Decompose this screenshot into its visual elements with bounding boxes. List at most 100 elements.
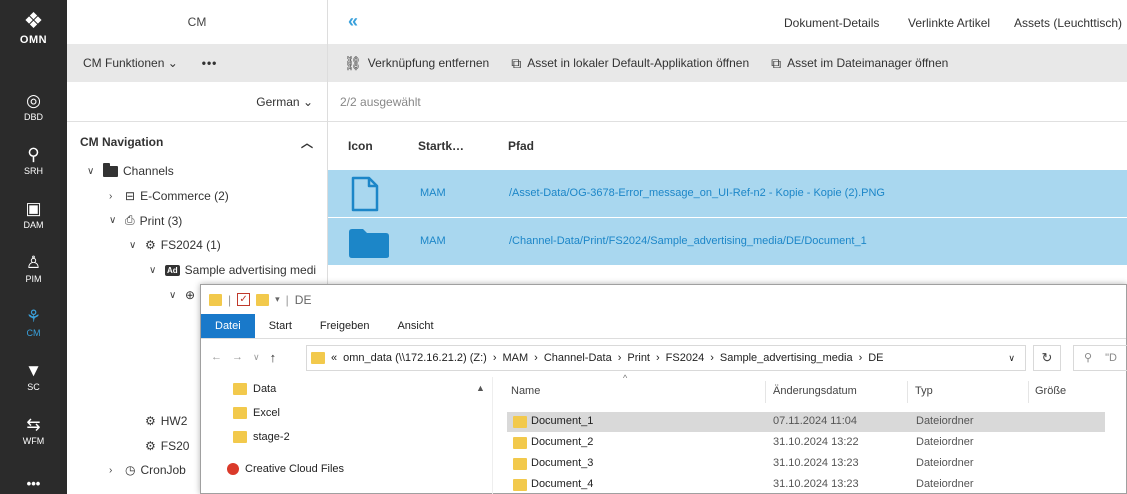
folder-icon bbox=[233, 407, 247, 419]
scroll-up-icon[interactable]: ▲ bbox=[476, 383, 485, 393]
chevron-down-icon[interactable]: ∨ bbox=[109, 215, 120, 226]
tree-item-hw[interactable]: ⚙ HW2 bbox=[145, 414, 187, 428]
file-name: Document_1 bbox=[531, 415, 594, 427]
column-divider[interactable] bbox=[765, 381, 766, 403]
collapse-panel-icon[interactable]: « bbox=[348, 12, 358, 30]
tab-dokument-details[interactable]: Dokument-Details bbox=[784, 16, 879, 30]
quick-access-dropdown-icon[interactable]: ▾ bbox=[275, 294, 280, 305]
tree-item-fs2024[interactable]: ∨ ⚙ FS2024 (1) bbox=[129, 238, 221, 252]
refresh-icon[interactable]: ↻ bbox=[1033, 345, 1061, 371]
search-input[interactable]: ⚲ "D bbox=[1073, 345, 1127, 371]
language-select[interactable]: German ⌄ bbox=[67, 82, 327, 122]
file-row[interactable]: Document_1 07.11.2024 11:04 Dateiordner bbox=[507, 412, 1105, 432]
column-header-icon[interactable]: Icon bbox=[348, 139, 373, 153]
column-header-size[interactable]: Größe bbox=[1035, 385, 1066, 397]
rail-item-pim[interactable]: ♙ PIM bbox=[0, 253, 67, 285]
address-part[interactable]: MAM bbox=[502, 352, 528, 364]
rail-item-wfm[interactable]: ⇆ WFM bbox=[0, 416, 67, 447]
address-dropdown-icon[interactable]: ∨ bbox=[1008, 353, 1015, 364]
nav-item-excel[interactable]: Excel bbox=[233, 407, 280, 419]
product-icon: ♙ bbox=[25, 253, 42, 272]
unlink-button[interactable]: ⛓ Verknüpfung entfernen bbox=[344, 55, 489, 72]
chevron-down-icon: ⌄ bbox=[167, 56, 178, 70]
printer-icon: ⎙ bbox=[125, 213, 135, 227]
file-row[interactable]: Document_3 31.10.2024 13:23 Dateiordner bbox=[507, 454, 1105, 474]
rail-item-srh[interactable]: ⚲ SRH bbox=[0, 146, 67, 177]
chevron-right-icon[interactable]: › bbox=[109, 191, 120, 202]
properties-icon[interactable]: ✓ bbox=[237, 293, 251, 306]
address-part[interactable]: DE bbox=[868, 352, 883, 364]
address-part[interactable]: omn_data (\\172.16.21.2) (Z:) bbox=[343, 352, 487, 364]
cm-functions-dropdown[interactable]: CM Funktionen ⌄ bbox=[83, 56, 178, 70]
ribbon-tab-ansicht[interactable]: Ansicht bbox=[383, 314, 447, 338]
column-header-date[interactable]: Änderungsdatum bbox=[773, 385, 857, 397]
back-arrow-icon[interactable]: ← bbox=[211, 351, 222, 363]
tree-item-channels[interactable]: ∨ Channels bbox=[87, 162, 174, 178]
gears-icon: ⚙ bbox=[145, 414, 156, 428]
ribbon-tab-start[interactable]: Start bbox=[255, 314, 306, 338]
forward-arrow-icon[interactable]: → bbox=[232, 351, 243, 363]
address-part[interactable]: Print bbox=[627, 352, 650, 364]
tree-item-fs20[interactable]: ⚙ FS20 bbox=[145, 439, 189, 453]
column-header-type[interactable]: Typ bbox=[915, 385, 933, 397]
collapse-up-icon[interactable]: ︿ bbox=[301, 134, 313, 151]
rail-item-dam[interactable]: ▣ DAM bbox=[0, 200, 67, 231]
rail-item-dbd[interactable]: ◎ DBD bbox=[0, 92, 67, 123]
nav-item-stage[interactable]: stage-2 bbox=[233, 431, 290, 443]
column-header-name[interactable]: Name bbox=[511, 385, 540, 397]
open-default-app-button[interactable]: ⧉ Asset in lokaler Default-Applikation ö… bbox=[511, 55, 749, 72]
tree-item-cronjobs[interactable]: › ◷ CronJob bbox=[109, 463, 186, 477]
tab-verlinkte-artikel[interactable]: Verlinkte Artikel bbox=[908, 16, 990, 30]
chevron-down-icon[interactable]: ∨ bbox=[169, 290, 180, 301]
chevron-right-icon[interactable]: › bbox=[859, 352, 863, 364]
separator: | bbox=[228, 292, 232, 307]
table-row[interactable]: MAM /Channel-Data/Print/FS2024/Sample_ad… bbox=[328, 218, 1127, 266]
tree-item-language[interactable]: ∨ ⊕ bbox=[169, 288, 195, 302]
rail-item-sc[interactable]: ▼ SC bbox=[0, 362, 67, 393]
column-header-start[interactable]: Startk… bbox=[418, 139, 464, 153]
chevron-down-icon[interactable]: ∨ bbox=[87, 166, 98, 177]
nav-item-creative-cloud[interactable]: Creative Cloud Files bbox=[227, 463, 344, 475]
open-filemanager-button[interactable]: ⧉ Asset im Dateimanager öffnen bbox=[771, 55, 948, 72]
column-header-path[interactable]: Pfad bbox=[508, 139, 534, 153]
open-filemanager-label: Asset im Dateimanager öffnen bbox=[787, 56, 949, 70]
explorer-ribbon: Datei Start Freigeben Ansicht bbox=[201, 314, 1126, 339]
chevron-down-icon[interactable]: ∨ bbox=[129, 240, 140, 251]
chevron-right-icon[interactable]: › bbox=[710, 352, 714, 364]
tree-item-print[interactable]: ∨ ⎙ Print (3) bbox=[109, 213, 182, 228]
ribbon-tab-freigeben[interactable]: Freigeben bbox=[306, 314, 384, 338]
explorer-window-title: DE bbox=[294, 292, 312, 307]
address-part[interactable]: FS2024 bbox=[666, 352, 705, 364]
rail-item-more[interactable]: ••• bbox=[0, 474, 67, 491]
column-divider[interactable] bbox=[1028, 381, 1029, 403]
tab-assets[interactable]: Assets (Leuchttisch) bbox=[1014, 16, 1122, 30]
address-overflow[interactable]: « bbox=[331, 352, 337, 364]
recent-dropdown-icon[interactable]: ∨ bbox=[253, 352, 260, 363]
nav-item-data[interactable]: Data bbox=[233, 383, 276, 395]
tree-item-ecommerce[interactable]: › ⊟ E-Commerce (2) bbox=[109, 189, 229, 203]
address-part[interactable]: Channel-Data bbox=[544, 352, 612, 364]
chevron-right-icon[interactable]: › bbox=[109, 465, 120, 476]
column-divider[interactable] bbox=[907, 381, 908, 403]
ribbon-tab-datei[interactable]: Datei bbox=[201, 314, 255, 338]
new-folder-icon[interactable] bbox=[256, 293, 270, 306]
address-part[interactable]: Sample_advertising_media bbox=[720, 352, 853, 364]
chevron-down-icon[interactable]: ∨ bbox=[149, 265, 160, 276]
folder-icon bbox=[349, 229, 389, 258]
chevron-right-icon[interactable]: › bbox=[534, 352, 538, 364]
file-date: 31.10.2024 13:23 bbox=[773, 457, 859, 469]
tree-item-sample-advertising[interactable]: ∨ Ad Sample advertising medi bbox=[149, 263, 316, 277]
table-row[interactable]: MAM /Asset-Data/OG-3678-Error_message_on… bbox=[328, 170, 1127, 218]
file-row[interactable]: Document_2 31.10.2024 13:22 Dateiordner bbox=[507, 433, 1105, 453]
more-options-button[interactable]: ••• bbox=[202, 56, 218, 70]
chevron-right-icon[interactable]: › bbox=[493, 352, 497, 364]
chevron-right-icon[interactable]: › bbox=[618, 352, 622, 364]
chevron-right-icon[interactable]: › bbox=[656, 352, 660, 364]
external-open-icon: ⧉ bbox=[511, 54, 522, 71]
up-arrow-icon[interactable]: ↑ bbox=[270, 350, 277, 365]
address-bar[interactable]: « omn_data (\\172.16.21.2) (Z:) › MAM › … bbox=[306, 345, 1026, 371]
file-row[interactable]: Document_4 31.10.2024 13:23 Dateiordner bbox=[507, 475, 1105, 494]
rail-item-label: PIM bbox=[25, 274, 42, 284]
rail-item-cm[interactable]: ⚘ CM bbox=[0, 308, 67, 339]
omn-logo[interactable]: ❖ OMN bbox=[0, 10, 67, 47]
